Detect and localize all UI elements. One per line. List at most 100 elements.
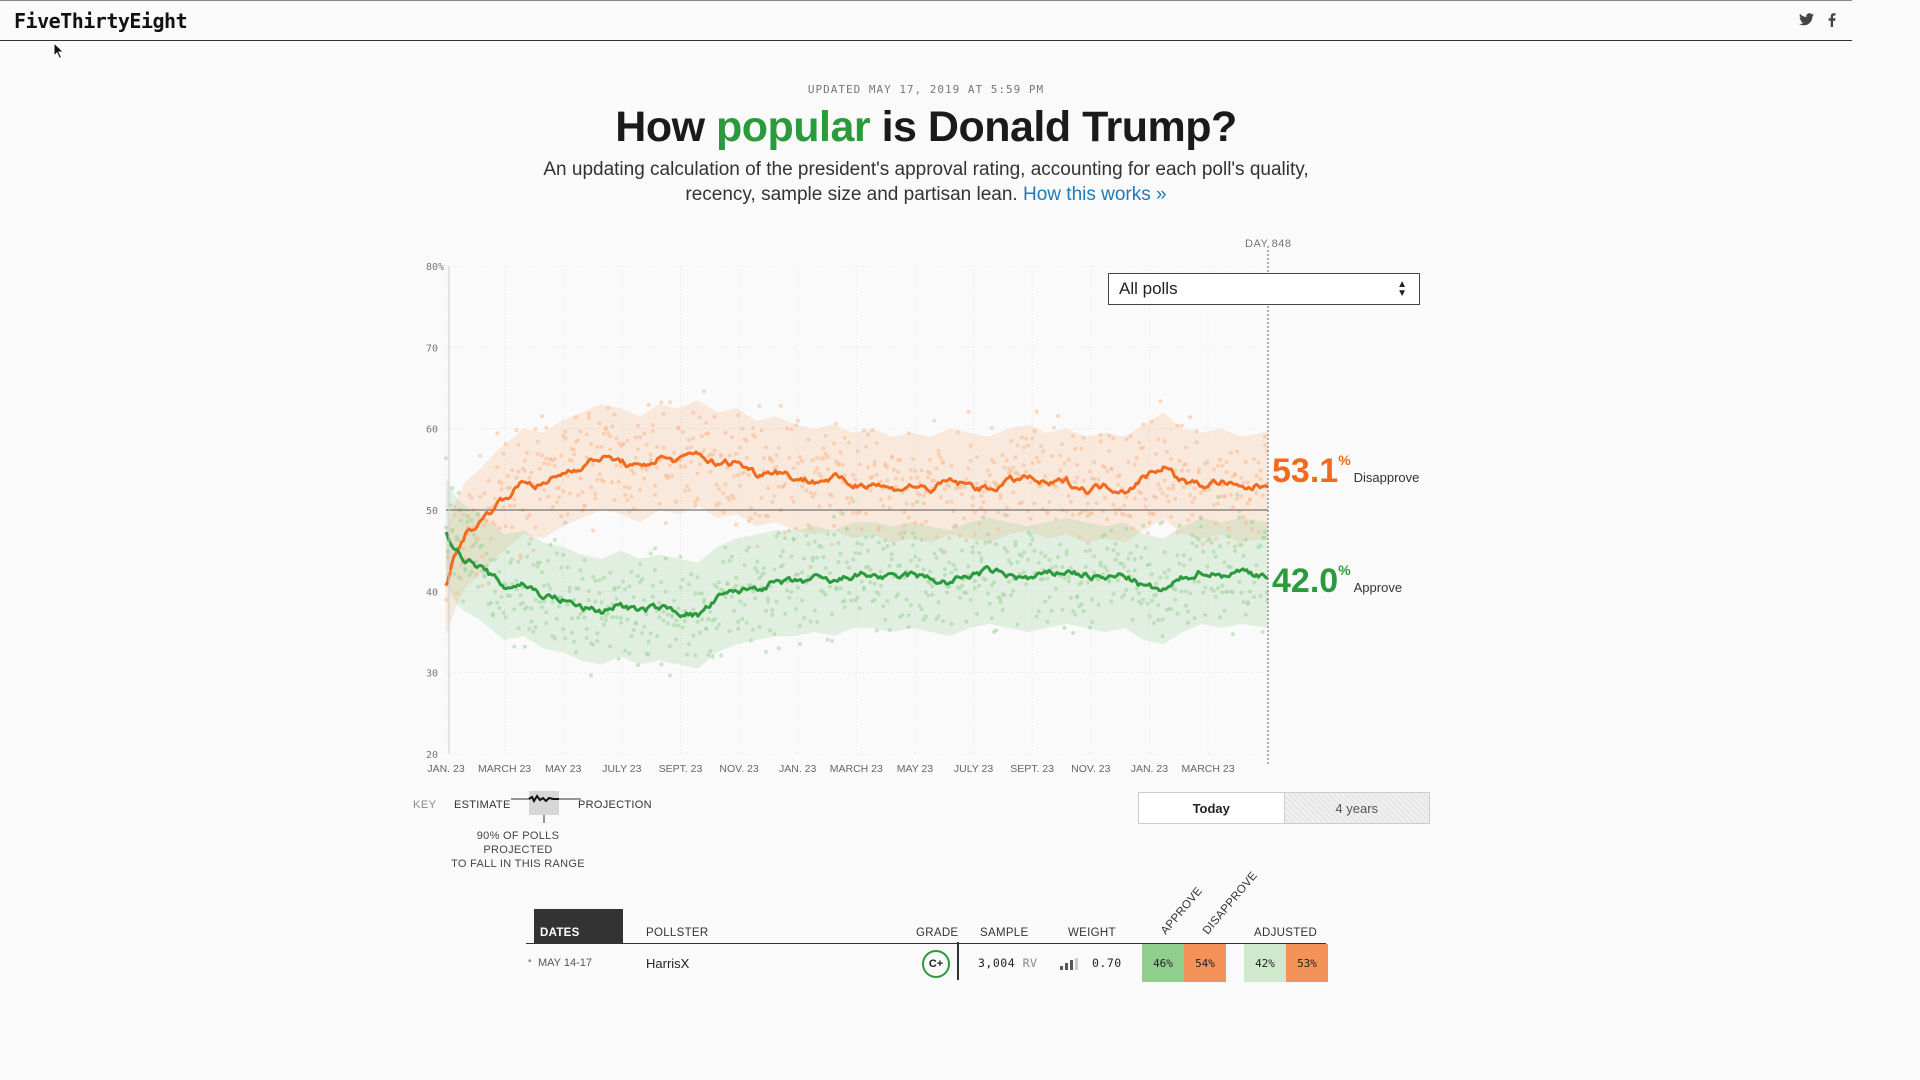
approve-poll-dot	[913, 554, 918, 559]
disapprove-poll-dot	[1062, 461, 1067, 466]
header-pollster[interactable]: POLLSTER	[646, 927, 708, 939]
approve-poll-dot	[710, 655, 715, 659]
approve-poll-dot	[979, 558, 984, 563]
header-weight[interactable]: WEIGHT	[1068, 927, 1116, 939]
disapprove-poll-dot	[800, 484, 805, 489]
approve-poll-dot	[595, 639, 600, 644]
approve-poll-dot	[857, 551, 862, 556]
approve-poll-dot	[1143, 546, 1148, 551]
row-pollster[interactable]: HarrisX	[646, 956, 689, 971]
disapprove-poll-dot	[1143, 504, 1148, 509]
approve-poll-dot	[1134, 544, 1139, 549]
disapprove-poll-dot	[966, 466, 971, 471]
approve-poll-dot	[527, 627, 532, 632]
disapprove-poll-dot	[795, 418, 800, 423]
approve-poll-dot	[742, 563, 747, 568]
approve-poll-dot	[883, 538, 888, 543]
disapprove-poll-dot	[461, 547, 466, 551]
approve-poll-dot	[1260, 629, 1265, 634]
header-grade[interactable]: GRADE	[916, 927, 958, 939]
approve-poll-dot	[763, 608, 768, 613]
toggle-4-years[interactable]: 4 years	[1284, 793, 1429, 823]
twitter-icon[interactable]	[1799, 13, 1814, 31]
how-this-works-link[interactable]: How this works »	[1023, 184, 1167, 205]
disapprove-poll-dot	[529, 470, 534, 475]
disapprove-poll-dot	[478, 494, 483, 499]
approve-poll-dot	[1068, 595, 1073, 600]
disapprove-poll-dot	[650, 429, 655, 434]
disapprove-poll-dot	[1184, 462, 1188, 467]
approve-poll-dot	[734, 575, 738, 580]
subtitle-line-2: recency, sample size and partisan lean. …	[0, 182, 1852, 207]
disapprove-poll-dot	[522, 468, 527, 473]
toggle-today[interactable]: Today	[1139, 793, 1285, 823]
disapprove-poll-dot	[832, 441, 837, 446]
approve-poll-dot	[964, 619, 969, 624]
disapprove-poll-dot	[776, 446, 781, 450]
disapprove-poll-dot	[1152, 511, 1156, 516]
table-row[interactable]: • MAY 14-17 HarrisX C+ 3,004 RV 0.70 46%…	[526, 942, 1328, 984]
disapprove-poll-dot	[759, 428, 764, 433]
disapprove-poll-dot	[979, 493, 984, 498]
disapprove-poll-dot	[557, 485, 561, 490]
header-disapprove[interactable]: DISAPPROVE	[1201, 870, 1260, 937]
subtitle-line-1: An updating calculation of the president…	[543, 159, 1309, 180]
approve-poll-dot	[783, 536, 788, 541]
disapprove-poll-dot	[572, 452, 576, 457]
approve-poll-dot	[975, 611, 979, 616]
site-logo[interactable]: FiveThirtyEight	[14, 9, 188, 33]
poll-filter-select[interactable]: All polls ▲ ▼	[1108, 273, 1420, 305]
disapprove-poll-dot	[981, 500, 986, 505]
approve-poll-dot	[535, 564, 540, 569]
approve-poll-dot	[1085, 580, 1090, 585]
disapprove-poll-dot	[1036, 459, 1041, 464]
disapprove-poll-dot	[512, 497, 517, 502]
approve-poll-dot	[1028, 542, 1033, 547]
disapprove-poll-dot	[908, 467, 913, 472]
header-approve[interactable]: APPROVE	[1159, 885, 1205, 937]
disapprove-poll-dot	[819, 474, 824, 479]
disapprove-poll-dot	[693, 504, 698, 508]
facebook-icon[interactable]	[1828, 13, 1836, 31]
approve-poll-dot	[618, 616, 623, 621]
approve-poll-dot	[461, 599, 466, 604]
header-sample[interactable]: SAMPLE	[980, 927, 1028, 939]
disapprove-poll-dot	[1034, 409, 1039, 414]
approve-poll-dot	[1105, 568, 1110, 573]
disapprove-poll-dot	[612, 498, 617, 502]
disapprove-pct: %	[1338, 452, 1351, 468]
approve-poll-dot	[597, 591, 602, 596]
approve-poll-dot	[749, 638, 753, 643]
table-header: DATES POLLSTER GRADE SAMPLE WEIGHT APPRO…	[526, 870, 1326, 944]
disapprove-poll-dot	[1256, 460, 1261, 465]
approve-poll-dot	[561, 552, 566, 557]
approve-poll-dot	[836, 541, 841, 546]
header-dates[interactable]: DATES	[534, 909, 623, 943]
disapprove-poll-dot	[1024, 469, 1029, 474]
disapprove-poll-dot	[469, 496, 474, 501]
approve-poll-dot	[970, 545, 975, 550]
approve-poll-dot	[975, 540, 979, 545]
disapprove-poll-dot	[1230, 505, 1235, 509]
disapprove-poll-dot	[704, 420, 709, 425]
approve-poll-dot	[1192, 616, 1197, 620]
disapprove-poll-dot	[721, 510, 726, 515]
approve-poll-dot	[685, 652, 689, 657]
approve-poll-dot	[1213, 554, 1218, 559]
title-highlight: popular	[715, 103, 871, 151]
header-adjusted[interactable]: ADJUSTED	[1254, 927, 1317, 939]
approve-poll-dot	[648, 631, 653, 636]
disapprove-poll-dot	[712, 414, 717, 419]
disapprove-poll-dot	[981, 489, 986, 494]
disapprove-poll-dot	[885, 478, 890, 483]
disapprove-poll-dot	[529, 536, 534, 541]
approve-poll-dot	[772, 567, 777, 572]
disapprove-poll-dot	[1252, 457, 1257, 462]
approve-poll-dot	[678, 554, 683, 559]
approve-poll-dot	[1115, 578, 1120, 583]
approval-chart-svg[interactable]: 80% 70 60 50 40 30 20 JAN. 23 MARCH 23 MAY 23 JULY…	[404, 236, 1464, 776]
disapprove-poll-dot	[540, 414, 544, 419]
disapprove-poll-dot	[659, 400, 664, 405]
disapprove-poll-dot	[936, 448, 941, 453]
approve-poll-dot	[1166, 568, 1171, 572]
